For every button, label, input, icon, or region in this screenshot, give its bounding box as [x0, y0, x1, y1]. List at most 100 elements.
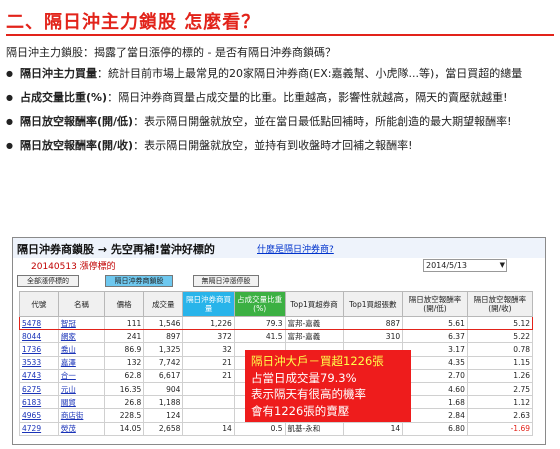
cell-return-open-low: 4.60 — [402, 381, 468, 397]
cell-top1-lots: 887 — [342, 315, 404, 331]
cell-broker-buy: 21 — [182, 368, 235, 383]
cell-volume: 124 — [143, 408, 184, 423]
stock-code-link[interactable]: 4965 — [19, 408, 59, 423]
col-top1-broker[interactable]: Top1買超券商 — [284, 291, 344, 317]
cell-top1-broker: 富邦-嘉義 — [284, 329, 344, 344]
chevron-down-icon: ▼ — [499, 261, 505, 269]
what-is-broker-link[interactable]: 什麼是隔日沖券商? — [257, 242, 334, 255]
cell-return-open-low: 6.80 — [402, 421, 468, 436]
cell-volume: 2,658 — [143, 421, 184, 436]
cell-return-open-low: 2.70 — [402, 368, 468, 383]
definition-item: 隔日放空報酬率(開/收)：表示隔日開盤就放空，並持有到收盤時才回補之報酬率! — [6, 138, 554, 153]
cell-price: 132 — [104, 355, 145, 370]
definition-text: ：表示隔日開盤就放空，並在當日最低點回補時，所能創造的最大期望報酬率! — [133, 115, 512, 128]
stock-name-link[interactable]: 商店街 — [57, 408, 106, 423]
callout-line: 占當日成交量79.3% — [251, 370, 357, 385]
cell-return-open-low: 2.84 — [402, 408, 468, 423]
stock-code-link[interactable]: 8044 — [19, 329, 59, 344]
stock-code-link[interactable]: 5478 — [19, 315, 59, 331]
table-header-row: 代號 名稱 價格 成交量 隔日沖券商買量 占成交量比重(%) Top1買超券商 … — [19, 291, 534, 317]
stock-name-link[interactable]: 網家 — [57, 329, 106, 344]
cell-broker-buy: 372 — [182, 329, 235, 344]
cell-broker-buy: 1,226 — [182, 315, 235, 331]
stock-code-link[interactable]: 6183 — [19, 395, 59, 410]
cell-broker-buy — [182, 381, 235, 397]
stock-name-link[interactable]: 智冠 — [57, 315, 106, 331]
cell-top1-broker: 凱基-永和 — [284, 421, 344, 436]
cell-return-open-close: 2.63 — [466, 408, 534, 423]
stock-name-link[interactable]: 嘉澤 — [57, 355, 106, 370]
col-price[interactable]: 價格 — [104, 291, 145, 317]
cell-broker-buy: 21 — [182, 355, 235, 370]
definition-item: 占成交量比重(%)：隔日沖券商買量占成交量的比重。比重越高，影響性就越高，隔天的… — [6, 90, 554, 105]
page-heading: 二、隔日沖主力鎖股 怎麼看？ — [6, 12, 261, 33]
stock-name-link[interactable]: 合一 — [57, 368, 106, 383]
table-row[interactable]: 4729 熒茂 14.05 2,658 14 0.5 凱基-永和 14 6.80… — [19, 421, 534, 436]
heading-divider — [6, 34, 554, 36]
cell-volume: 897 — [143, 329, 184, 344]
cell-return-open-close: 0.78 — [466, 342, 534, 357]
stock-name-link[interactable]: 關貿 — [57, 395, 106, 410]
callout-headline: 隔日沖大戶－買超1226張 — [251, 354, 384, 368]
panel-title-bar: 隔日沖券商鎖股 → 先空再補!當沖好標的 什麼是隔日沖券商? — [13, 238, 545, 258]
tab-broker-lock[interactable]: 隔日沖券商鎖股 — [105, 275, 173, 287]
cell-return-open-low: 6.37 — [402, 329, 468, 344]
col-return-open-low[interactable]: 隔日放空報酬率(開/低) — [402, 291, 468, 317]
col-volume-ratio[interactable]: 占成交量比重(%) — [233, 291, 286, 317]
stock-code-link[interactable]: 4729 — [19, 421, 59, 436]
cell-return-open-low: 4.35 — [402, 355, 468, 370]
tab-all-limit-up[interactable]: 全部漲停標的 — [17, 275, 79, 287]
cell-price: 86.9 — [104, 342, 145, 357]
cell-return-open-close: 5.12 — [466, 315, 534, 331]
definition-text: ：表示隔日開盤就放空，並持有到收盤時才回補之報酬率! — [133, 139, 413, 152]
definition-term: 隔日放空報酬率(開/低) — [20, 115, 134, 128]
col-code[interactable]: 代號 — [19, 291, 59, 317]
cell-volume: 904 — [143, 381, 184, 397]
col-name[interactable]: 名稱 — [57, 291, 106, 317]
cell-volume: 7,742 — [143, 355, 184, 370]
cell-return-open-close: 5.22 — [466, 329, 534, 344]
cell-top1-broker: 富邦-嘉義 — [284, 315, 344, 331]
cell-broker-buy: 32 — [182, 342, 235, 357]
col-return-open-close[interactable]: 隔日放空報酬率(開/收) — [466, 291, 534, 317]
stock-code-link[interactable]: 1736 — [19, 342, 59, 357]
cell-volume-ratio: 79.3 — [233, 315, 286, 331]
cell-volume-ratio: 0.5 — [233, 421, 286, 436]
cell-top1-lots: 310 — [342, 329, 404, 344]
cell-volume: 1,188 — [143, 395, 184, 410]
intro-text: 隔日沖主力鎖股：揭露了當日漲停的標的 - 是否有隔日沖券商鎖碼？ — [6, 46, 336, 59]
definition-term: 隔日沖主力買量 — [20, 67, 97, 80]
date-label: 20140513 漲停標的 — [31, 262, 116, 272]
cell-broker-buy — [182, 408, 235, 423]
cell-broker-buy — [182, 395, 235, 410]
cell-volume-ratio: 41.5 — [233, 329, 286, 344]
table-row[interactable]: 5478 智冠 111 1,546 1,226 79.3 富邦-嘉義 887 5… — [19, 315, 534, 331]
tab-no-broker[interactable]: 無隔日沖漲停股 — [193, 275, 259, 287]
cell-return-open-close: -1.69 — [466, 421, 534, 436]
cell-return-open-close: 1.12 — [466, 395, 534, 410]
cell-volume: 1,546 — [143, 315, 184, 331]
cell-price: 228.5 — [104, 408, 145, 423]
callout-line: 表示隔天有很高的機率 — [251, 387, 366, 401]
stock-name-link[interactable]: 喬山 — [57, 342, 106, 357]
stock-name-link[interactable]: 熒茂 — [57, 421, 106, 436]
cell-return-open-low: 5.61 — [402, 315, 468, 331]
table-row[interactable]: 8044 網家 241 897 372 41.5 富邦-嘉義 310 6.37 … — [19, 329, 534, 344]
stock-code-link[interactable]: 4743 — [19, 368, 59, 383]
date-select-value: 2014/5/13 — [426, 261, 468, 270]
stock-code-link[interactable]: 3533 — [19, 355, 59, 370]
definition-list: 隔日沖主力買量：統計目前市場上最常見的20家隔日沖券商(EX:嘉義幫、小虎隊..… — [6, 66, 554, 162]
definition-item: 隔日放空報酬率(開/低)：表示隔日開盤就放空，並在當日最低點回補時，所能創造的最… — [6, 114, 554, 129]
stock-code-link[interactable]: 6275 — [19, 381, 59, 397]
cell-return-open-close: 1.26 — [466, 368, 534, 383]
callout-line: 隔日沖大戶－買超1226張 — [251, 353, 405, 370]
col-broker-buy[interactable]: 隔日沖券商買量 — [182, 291, 235, 317]
date-select[interactable]: 2014/5/13 ▼ — [423, 259, 507, 272]
cell-top1-lots: 14 — [342, 421, 404, 436]
panel-title: 隔日沖券商鎖股 → 先空再補!當沖好標的 — [17, 243, 215, 256]
col-volume[interactable]: 成交量 — [143, 291, 184, 317]
stock-name-link[interactable]: 元山 — [57, 381, 106, 397]
col-top1-lots[interactable]: Top1買超張數 — [342, 291, 404, 317]
cell-price: 14.05 — [104, 421, 145, 436]
definition-item: 隔日沖主力買量：統計目前市場上最常見的20家隔日沖券商(EX:嘉義幫、小虎隊..… — [6, 66, 554, 81]
